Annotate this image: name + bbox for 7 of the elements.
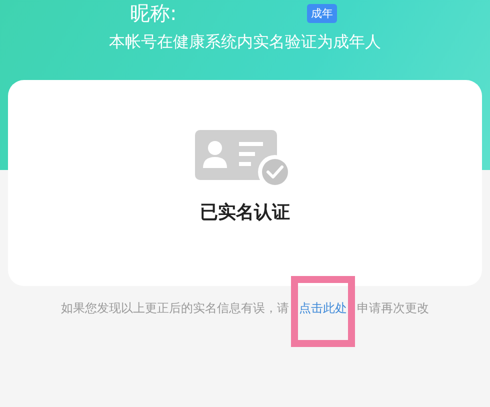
verification-subtitle: 本帐号在健康系统内实名验证为成年人 xyxy=(108,32,382,53)
verified-status: 已实名认证 xyxy=(200,201,290,224)
adult-badge: 成年 xyxy=(306,4,337,22)
notice-text: 申请再次更改 xyxy=(357,300,429,317)
nickname-label: 昵称: xyxy=(130,0,177,26)
notice-text: 如果您发现以上更正后的实名信息有误，请 xyxy=(61,300,289,317)
click-here-link[interactable]: 点击此处 xyxy=(299,300,347,317)
